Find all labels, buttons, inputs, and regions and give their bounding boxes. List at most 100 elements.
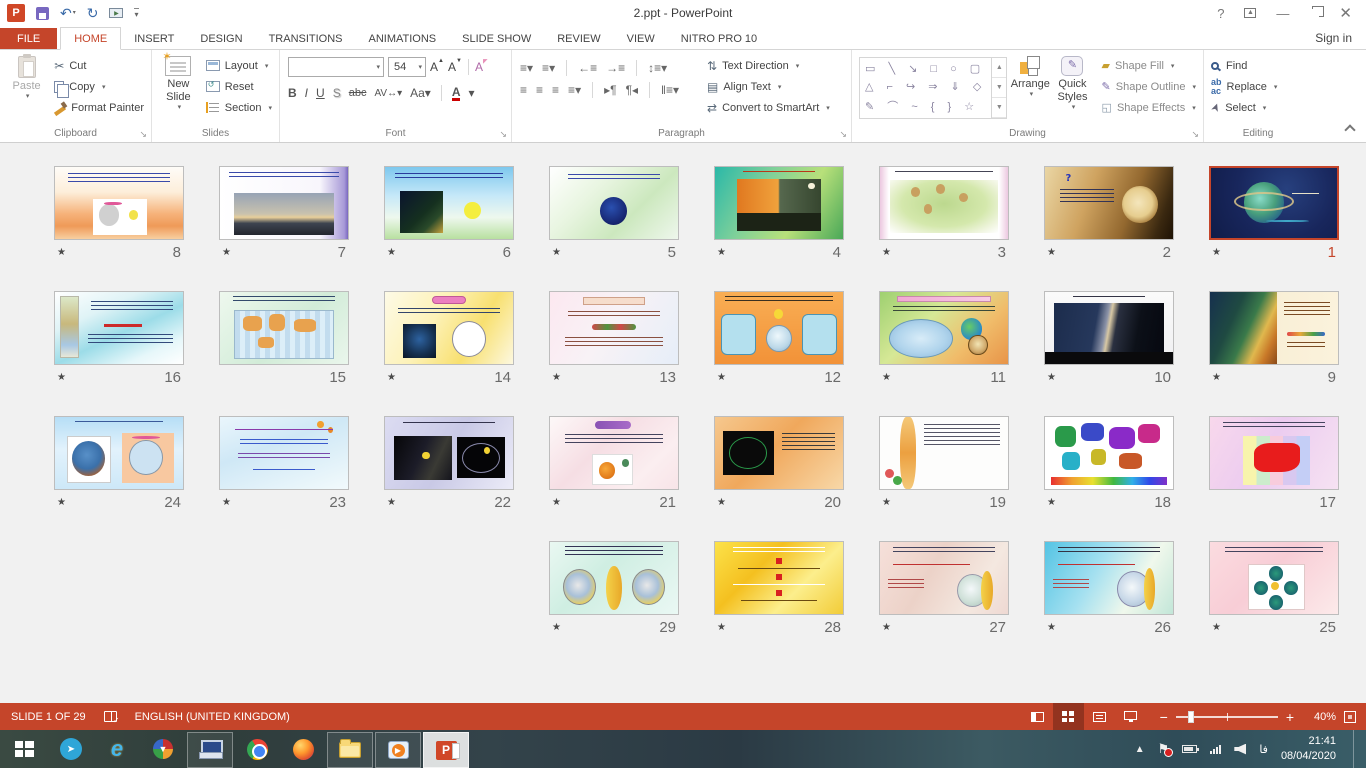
shapes-more-button[interactable]: ▼ (992, 98, 1006, 118)
arrange-button[interactable]: Arrange▾ (1009, 53, 1051, 126)
taskbar-powerpoint[interactable]: P (423, 732, 469, 768)
shapes-row-1[interactable]: ▭ ╲ ↘ □ ○ ▢ (865, 62, 986, 75)
align-left-button[interactable]: ≡ (520, 83, 527, 97)
convert-to-smartart-button[interactable]: ⇄Convert to SmartArt▾ (703, 97, 834, 118)
zoom-slider-thumb[interactable] (1188, 711, 1194, 723)
drawing-dialog-launcher[interactable]: ↘ (1191, 129, 1199, 140)
normal-view-button[interactable] (1022, 703, 1053, 730)
slide-thumbnail-28[interactable] (714, 541, 844, 615)
shape-fill-button[interactable]: ▰Shape Fill▾ (1098, 55, 1200, 76)
taskbar-media-player[interactable]: ▶ (375, 732, 421, 768)
slide-thumbnail-7[interactable] (219, 166, 349, 240)
save-button[interactable] (36, 7, 49, 20)
new-slide-button[interactable]: New Slide▾ (155, 53, 202, 126)
action-center-flag-icon[interactable]: ⚑ (1158, 741, 1170, 757)
spell-check-icon[interactable] (104, 711, 117, 722)
tab-design[interactable]: DESIGN (187, 28, 255, 49)
slide-thumbnail-15[interactable] (219, 291, 349, 365)
tab-file[interactable]: FILE (0, 28, 57, 49)
italic-button[interactable]: I (305, 86, 308, 100)
slide-thumbnail-11[interactable] (879, 291, 1009, 365)
grow-font-button[interactable]: A▲ (430, 60, 444, 74)
start-button[interactable] (0, 730, 48, 768)
slide-thumbnail-10[interactable] (1044, 291, 1174, 365)
taskbar-chrome[interactable] (234, 730, 280, 768)
align-text-button[interactable]: ▤Align Text▾ (703, 76, 834, 97)
slide-thumbnail-5[interactable] (549, 166, 679, 240)
zoom-slider[interactable] (1176, 716, 1278, 718)
replace-button[interactable]: abacReplace▾ (1207, 76, 1281, 97)
redo-button[interactable]: ↻ (87, 6, 99, 20)
layout-button[interactable]: Layout▾ (202, 55, 276, 76)
taskbar-remote-desktop[interactable] (187, 732, 233, 768)
font-color-button[interactable]: A (452, 86, 461, 101)
taskbar-internet-explorer[interactable]: e (94, 730, 140, 768)
taskbar-idm[interactable]: ▼ (140, 730, 186, 768)
format-painter-button[interactable]: Format Painter (50, 97, 148, 118)
font-name-combo[interactable]: ▾ (288, 57, 384, 77)
slide-thumbnail-1[interactable] (1209, 166, 1339, 240)
zoom-out-button[interactable]: − (1160, 710, 1168, 724)
slide-thumbnail-14[interactable] (384, 291, 514, 365)
shape-effects-button[interactable]: ◱Shape Effects▾ (1098, 97, 1200, 118)
slide-thumbnail-3[interactable] (879, 166, 1009, 240)
ribbon-display-options-button[interactable]: ▲ (1244, 8, 1256, 18)
slide-thumbnail-6[interactable] (384, 166, 514, 240)
text-direction-button[interactable]: ⇅Text Direction▾ (703, 55, 834, 76)
paragraph-dialog-launcher[interactable]: ↘ (839, 129, 847, 140)
numbering-button[interactable]: ≡▾ (542, 61, 555, 75)
tab-slide-show[interactable]: SLIDE SHOW (449, 28, 544, 49)
rtl-text-button[interactable]: ¶◂ (626, 83, 638, 97)
line-spacing-button[interactable]: ↕≡▾ (648, 61, 667, 75)
cut-button[interactable]: ✂Cut (50, 55, 148, 76)
restore-button[interactable] (1309, 9, 1319, 18)
decrease-indent-button[interactable]: ←≡ (578, 61, 597, 75)
start-from-beginning-button[interactable]: ▶ (109, 8, 123, 18)
slide-thumbnail-26[interactable] (1044, 541, 1174, 615)
show-desktop-button[interactable] (1353, 730, 1360, 768)
slide-thumbnail-9[interactable] (1209, 291, 1339, 365)
slide-thumbnail-4[interactable] (714, 166, 844, 240)
reading-view-button[interactable] (1084, 703, 1115, 730)
paste-button[interactable]: Paste▾ (3, 53, 50, 126)
find-button[interactable]: Find (1207, 55, 1281, 76)
slide-thumbnail-17[interactable] (1209, 416, 1339, 490)
tab-view[interactable]: VIEW (614, 28, 668, 49)
slide-thumbnail-8[interactable] (54, 166, 184, 240)
shrink-font-button[interactable]: A▼ (448, 60, 462, 74)
taskbar-clock[interactable]: 21:41 08/04/2020 (1281, 734, 1340, 764)
align-right-button[interactable]: ≡ (552, 83, 559, 97)
slide-thumbnail-23[interactable] (219, 416, 349, 490)
text-shadow-button[interactable]: S (333, 86, 341, 100)
shape-outline-button[interactable]: ✎Shape Outline▾ (1098, 76, 1200, 97)
slide-thumbnail-13[interactable] (549, 291, 679, 365)
tab-nitro-pro-10[interactable]: NITRO PRO 10 (668, 28, 770, 49)
slide-thumbnail-16[interactable] (54, 291, 184, 365)
minimize-button[interactable]: — (1276, 6, 1289, 21)
taskbar-firefox[interactable] (280, 730, 326, 768)
underline-button[interactable]: U (316, 86, 325, 100)
slide-thumbnail-12[interactable] (714, 291, 844, 365)
slide-thumbnail-2[interactable]: ? (1044, 166, 1174, 240)
tab-animations[interactable]: ANIMATIONS (356, 28, 450, 49)
shapes-scroll-up[interactable]: ▲ (992, 58, 1006, 78)
network-signal-icon[interactable] (1210, 745, 1221, 754)
columns-button[interactable]: ‖≡▾ (661, 83, 679, 97)
select-button[interactable]: ➤Select▾ (1207, 97, 1281, 118)
slide-thumbnail-25[interactable] (1209, 541, 1339, 615)
shapes-scroll-down[interactable]: ▼ (992, 78, 1006, 98)
volume-icon[interactable] (1234, 744, 1246, 755)
close-button[interactable]: ✕ (1339, 4, 1352, 22)
slide-sorter-view-button[interactable] (1053, 703, 1084, 730)
font-size-combo[interactable]: 54▾ (388, 57, 426, 77)
zoom-level[interactable]: 40% (1302, 711, 1336, 723)
hidden-icons-button[interactable]: ▲ (1135, 744, 1145, 755)
ltr-text-button[interactable]: ▸¶ (604, 83, 616, 97)
quick-styles-button[interactable]: ✎ Quick Styles▾ (1051, 53, 1093, 126)
slide-thumbnail-24[interactable] (54, 416, 184, 490)
tab-review[interactable]: REVIEW (544, 28, 613, 49)
slide-show-button[interactable] (1115, 703, 1146, 730)
align-center-button[interactable]: ≡ (536, 83, 543, 97)
collapse-ribbon-button[interactable] (1344, 124, 1355, 135)
customize-qat-button[interactable]: ▾ (134, 8, 138, 19)
